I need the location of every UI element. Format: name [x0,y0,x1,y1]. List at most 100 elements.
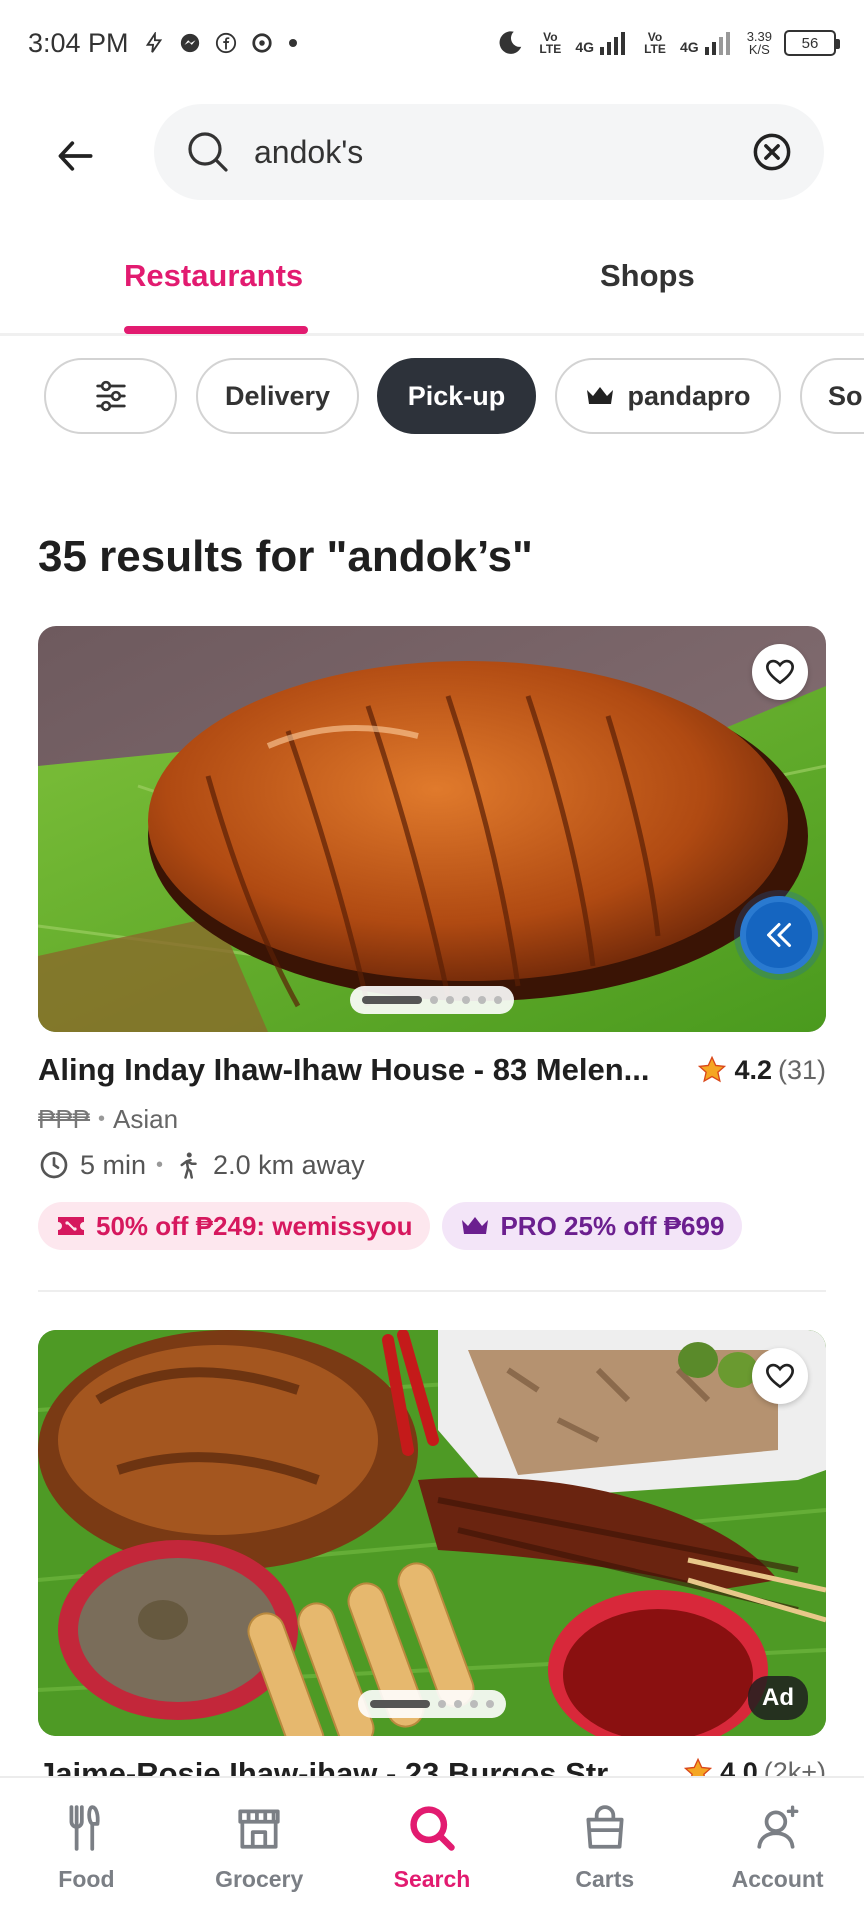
pro-deal-tag: PRO 25% off ₱699 [442,1202,743,1250]
star-icon [684,1757,713,1776]
filter-delivery[interactable]: Delivery [196,358,359,434]
moon-icon [499,31,522,54]
battery-level: 56 [801,34,819,52]
volte-label-1: Vo LTE [539,30,562,56]
net-speed-unit: K/S [748,42,770,57]
sync-icon [251,33,272,53]
restaurant-meta: ₱₱₱ • Asian [38,1104,178,1135]
carousel-dot [478,996,486,1004]
restaurant-rating: 4.2 (31) [696,1054,826,1086]
restaurant-name[interactable]: Aling Inday Ihaw-Ihaw House - 83 Melen..… [38,1052,686,1088]
restaurant-card-image[interactable] [38,626,826,1032]
filter-pandapro-label: pandapro [627,380,751,411]
heart-icon [765,659,795,685]
nav-search-label: Search [393,1866,471,1892]
favorite-button[interactable] [752,644,808,700]
inihaw-platter-photo [38,1330,826,1736]
store-icon [231,1800,287,1856]
carousel-dot [486,1700,494,1708]
restaurant-name[interactable]: Jaime-Rosie Ihaw-ihaw - 23 Burgos Str... [38,1756,672,1776]
distance: 2.0 km away [213,1149,365,1180]
network-label-1: 4G [575,39,594,55]
lechon-photo [38,626,826,1032]
nav-food-label: Food [58,1866,115,1892]
filter-pickup[interactable]: Pick-up [377,358,536,434]
restaurant-title-row: Aling Inday Ihaw-Ihaw House - 83 Melen..… [38,1052,826,1088]
nav-grocery-label: Grocery [215,1866,304,1892]
clock-icon [40,1151,68,1179]
nav-search[interactable]: Search [346,1778,519,1920]
filter-more[interactable]: So [800,358,864,434]
nav-carts[interactable]: Carts [518,1778,691,1920]
walking-icon [180,1152,197,1179]
search-input[interactable]: andok's [154,104,824,200]
search-header: andok's [0,100,864,204]
crown-icon [462,1217,489,1234]
rating-value: 4.2 [734,1054,772,1085]
separator-dot: • [156,1153,164,1176]
facebook-icon [215,32,236,54]
clear-search-button[interactable] [750,130,794,174]
image-carousel-dots [350,986,514,1014]
carousel-dot [430,996,438,1004]
tab-restaurants[interactable]: Restaurants [124,258,303,294]
filter-pandapro[interactable]: pandapro [555,358,781,434]
volte-label-2: Vo LTE [644,30,666,56]
restaurant-rating: 4.0 (2k+) [682,1756,826,1776]
price-level: ₱₱₱ [38,1104,91,1134]
signal-2: 4G [680,31,735,55]
restaurant-card-image[interactable]: Ad [38,1330,826,1736]
crown-icon [587,387,614,404]
favorite-button[interactable] [752,1348,808,1404]
carousel-dot [470,1700,478,1708]
nav-grocery[interactable]: Grocery [173,1778,346,1920]
bolt-icon [145,32,162,53]
deal-tag: 50% off ₱249: wemissyou [38,1202,431,1250]
results-title: 35 results for "andok’s" [38,532,533,581]
signal-1: 4G [575,31,630,55]
result-tabs: Restaurants Shops [0,230,864,336]
network-label-2: 4G [680,39,699,55]
separator-dot: • [98,1108,106,1130]
search-icon [404,1800,460,1856]
carousel-dot [438,1700,446,1708]
carousel-dot [362,996,422,1004]
filter-settings-button[interactable] [44,358,177,434]
nav-food[interactable]: Food [0,1778,173,1920]
bag-icon [577,1800,633,1856]
star-icon [698,1055,727,1083]
restaurant-title-row: Jaime-Rosie Ihaw-ihaw - 23 Burgos Str...… [38,1756,826,1776]
pro-deal-text: PRO 25% off ₱699 [500,1210,725,1241]
nav-account-label: Account [731,1866,824,1892]
status-right: Vo LTE 4G Vo LTE 4G 3.39 K/S 56 [495,28,840,58]
heart-icon [765,1363,795,1389]
prep-time: 5 min [80,1149,147,1180]
filter-chips: Delivery Pick-up pandapro So [0,356,864,436]
sliders-icon [95,380,126,412]
arrow-left-icon [58,141,93,171]
net-speed: 3.39 K/S [747,30,772,56]
signal-bars-icon [704,32,730,55]
battery-icon: 56 [784,30,840,56]
dot-icon [288,39,297,47]
rating-count: (31) [777,1054,826,1085]
cuisine-label: Asian [113,1104,179,1134]
tab-shops[interactable]: Shops [600,258,695,294]
active-tab-indicator [124,326,308,334]
back-button[interactable] [48,128,104,184]
user-icon [750,1800,806,1856]
search-query: andok's [254,133,364,170]
carousel-dot [462,996,470,1004]
rating-value: 4.0 [720,1756,758,1777]
carousel-dot [454,1700,462,1708]
ticket-icon [58,1217,84,1235]
floating-collapse-button[interactable] [740,896,818,974]
nav-account[interactable]: Account [691,1778,864,1920]
carousel-dot [370,1700,430,1708]
image-carousel-dots [358,1690,506,1718]
ad-badge: Ad [748,1676,808,1720]
status-bar: 3:04 PM Vo LTE 4G Vo LTE 4G 3.39 K/S 56 [0,0,864,86]
utensils-icon [58,1800,114,1856]
messenger-icon [180,33,199,53]
nav-carts-label: Carts [575,1866,635,1892]
